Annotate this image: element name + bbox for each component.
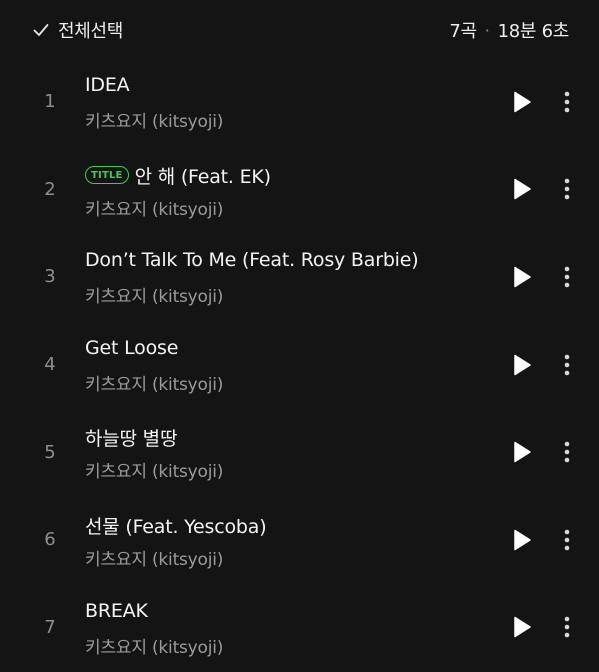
more-vertical-icon (564, 529, 570, 551)
track-artist: 키츠요지 (kitsyoji) (85, 374, 224, 395)
play-button[interactable] (509, 176, 535, 202)
more-options-button[interactable] (555, 175, 579, 203)
more-options-button[interactable] (555, 526, 579, 554)
more-vertical-icon (564, 354, 570, 375)
track-number: 7 (44, 616, 56, 638)
track-title-text: Don’t Talk To Me (Feat. Rosy Barbie) (85, 249, 419, 272)
track-title-text: Get Loose (85, 336, 179, 359)
track-title: 선물 (Feat. Yescoba) (85, 512, 267, 539)
track-row[interactable]: 2 TITLE 안 해 (Feat. EK) 키츠요지 (kitsyoji) (0, 146, 599, 234)
more-options-button[interactable] (555, 438, 579, 466)
more-options-button[interactable] (555, 351, 579, 379)
play-icon (514, 354, 531, 375)
play-button[interactable] (509, 439, 535, 465)
playlist-summary: 7곡 · 18분 6초 (449, 16, 569, 44)
summary-separator: · (484, 20, 490, 40)
track-artist: 키츠요지 (kitsyoji) (85, 637, 224, 658)
play-icon (514, 441, 531, 463)
track-number: 4 (44, 354, 56, 376)
select-all-label: 전체선택 (58, 21, 124, 42)
track-row[interactable]: 5 하늘땅 별땅 키츠요지 (kitsyoji) (0, 408, 599, 496)
track-artist: 키츠요지 (kitsyoji) (85, 549, 224, 570)
more-options-button[interactable] (555, 613, 579, 641)
more-vertical-icon (564, 617, 570, 638)
track-title: Don’t Talk To Me (Feat. Rosy Barbie) (85, 249, 419, 272)
track-row[interactable]: 6 선물 (Feat. Yescoba) 키츠요지 (kitsyoji) (0, 496, 599, 584)
more-vertical-icon (564, 266, 570, 288)
play-button[interactable] (509, 89, 535, 115)
play-icon (514, 617, 531, 638)
track-list: 1 IDEA 키츠요지 (kitsyoji) 2 TITLE 안 해 (Feat… (0, 58, 599, 671)
play-icon (514, 91, 531, 113)
play-button[interactable] (509, 527, 535, 553)
track-title-text: 하늘땅 별땅 (85, 428, 178, 451)
track-artist: 키츠요지 (kitsyoji) (85, 462, 224, 483)
play-icon (514, 529, 531, 551)
track-title: TITLE 안 해 (Feat. EK) (85, 162, 271, 189)
track-artist: 키츠요지 (kitsyoji) (85, 112, 224, 132)
more-vertical-icon (564, 91, 570, 113)
track-number: 1 (44, 91, 56, 113)
track-title: BREAK (85, 600, 148, 622)
track-number: 2 (44, 178, 56, 200)
track-title: 하늘땅 별땅 (85, 424, 177, 451)
track-title-text: 안 해 (Feat. EK) (134, 165, 271, 188)
total-duration: 18분 6초 (497, 21, 570, 42)
track-row[interactable]: 4 Get Loose 키츠요지 (kitsyoji) (0, 321, 599, 409)
more-options-button[interactable] (555, 88, 579, 116)
track-number: 3 (44, 266, 56, 288)
track-title-text: IDEA (85, 74, 130, 96)
track-title-text: 선물 (Feat. Yescoba) (85, 515, 267, 538)
check-icon (33, 24, 49, 36)
track-row[interactable]: 3 Don’t Talk To Me (Feat. Rosy Barbie) 키… (0, 233, 599, 321)
play-icon (514, 179, 531, 200)
title-track-badge: TITLE (85, 166, 129, 185)
play-icon (514, 266, 531, 288)
play-button[interactable] (509, 264, 535, 290)
more-vertical-icon (564, 179, 570, 200)
track-row[interactable]: 7 BREAK 키츠요지 (kitsyoji) (0, 584, 599, 672)
track-artist: 키츠요지 (kitsyoji) (85, 287, 224, 308)
track-title: IDEA (85, 74, 130, 96)
play-button[interactable] (509, 352, 535, 378)
track-list-header: 전체선택 7곡 · 18분 6초 (0, 0, 599, 60)
track-row[interactable]: 1 IDEA 키츠요지 (kitsyoji) (0, 58, 599, 146)
track-number: 6 (44, 529, 56, 551)
track-artist: 키츠요지 (kitsyoji) (85, 199, 224, 220)
select-all-button[interactable]: 전체선택 (32, 16, 123, 44)
track-number: 5 (44, 441, 56, 463)
more-options-button[interactable] (555, 263, 579, 291)
more-vertical-icon (564, 441, 570, 463)
play-button[interactable] (509, 614, 535, 640)
track-count: 7곡 (449, 21, 477, 42)
track-title: Get Loose (85, 337, 178, 359)
track-title-text: BREAK (85, 599, 148, 622)
